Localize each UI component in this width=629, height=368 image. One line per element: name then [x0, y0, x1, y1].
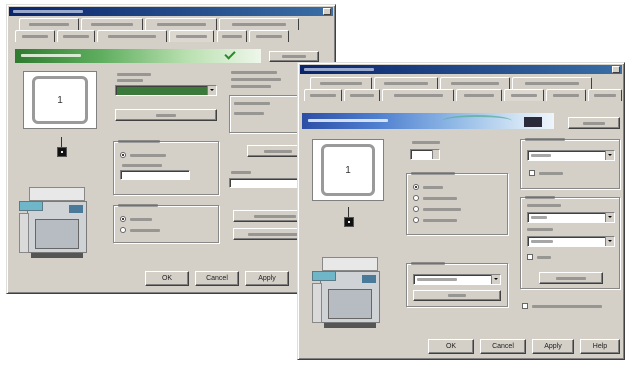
apply-button[interactable]: Apply [245, 271, 289, 286]
apply-button[interactable]: Apply [532, 339, 574, 354]
dropdown[interactable] [527, 236, 615, 247]
page-preview-frame: 1 [23, 71, 97, 129]
settings-button[interactable] [115, 109, 217, 121]
radio-button[interactable] [120, 216, 126, 222]
settings-banner [15, 48, 261, 63]
label [231, 171, 251, 174]
check-mark-icon [224, 48, 236, 60]
tab[interactable] [546, 89, 586, 101]
printer-image [312, 257, 392, 329]
page-preview-icon: 1 [32, 76, 88, 124]
copies-spinner[interactable] [410, 149, 440, 160]
tab[interactable] [588, 89, 622, 101]
printer-image [19, 187, 99, 259]
tab[interactable] [344, 89, 380, 101]
tab[interactable] [374, 77, 438, 89]
tab[interactable] [304, 89, 342, 101]
checkbox[interactable] [522, 303, 528, 309]
page-preview-number: 1 [57, 94, 63, 106]
tab[interactable] [57, 30, 95, 42]
page-preview-frame: 1 [312, 139, 384, 201]
radio-button[interactable] [120, 152, 126, 158]
tab[interactable] [504, 89, 544, 101]
window-title [13, 10, 83, 13]
update-button[interactable] [269, 51, 319, 62]
tab[interactable] [310, 77, 372, 89]
radio-button[interactable] [120, 227, 126, 233]
swirl-graphic [442, 115, 512, 127]
radio-button[interactable] [413, 195, 419, 201]
tab[interactable] [97, 30, 167, 42]
tab[interactable] [512, 77, 592, 89]
checkbox[interactable] [527, 254, 533, 260]
tab[interactable] [169, 30, 214, 42]
dropdown[interactable] [527, 212, 615, 223]
radio-button[interactable] [413, 184, 419, 190]
window-title [304, 68, 374, 71]
page-preview-icon: 1 [321, 144, 375, 196]
title-bar[interactable] [9, 7, 333, 16]
tab[interactable] [456, 89, 502, 101]
group-box [113, 140, 219, 195]
tab[interactable] [81, 18, 143, 30]
label [532, 305, 602, 308]
text-field[interactable] [120, 170, 190, 180]
tab[interactable] [219, 18, 299, 30]
staple-icon [57, 137, 67, 157]
tab[interactable] [382, 89, 454, 101]
settings-button[interactable] [539, 272, 603, 284]
page-preview-number: 1 [345, 164, 351, 176]
radio-button[interactable] [413, 217, 419, 223]
ok-button[interactable]: OK [428, 339, 474, 354]
settings-button[interactable] [413, 290, 501, 301]
label [231, 78, 281, 81]
banner-graphic [524, 117, 542, 127]
tab[interactable] [15, 30, 55, 42]
help-button[interactable]: Help [580, 339, 620, 354]
close-icon[interactable] [612, 66, 620, 73]
group-box [406, 172, 508, 235]
label [231, 71, 277, 74]
label [412, 141, 440, 144]
tab[interactable] [440, 77, 510, 89]
dropdown[interactable] [527, 150, 615, 161]
close-icon[interactable] [323, 8, 331, 15]
tab[interactable] [217, 30, 247, 42]
group-box [520, 196, 620, 289]
label [117, 73, 151, 76]
ok-button[interactable]: OK [145, 271, 189, 286]
group-box [520, 138, 620, 189]
staple-icon [344, 207, 354, 227]
dropdown[interactable] [413, 274, 501, 285]
checkbox[interactable] [529, 170, 535, 176]
tab[interactable] [249, 30, 289, 42]
paper-size-dropdown[interactable] [115, 85, 217, 96]
cancel-button[interactable]: Cancel [195, 271, 239, 286]
update-button[interactable] [568, 117, 620, 129]
title-bar[interactable] [300, 65, 622, 74]
tab[interactable] [19, 18, 79, 30]
group-box [113, 204, 219, 243]
label [231, 85, 271, 88]
group-box [406, 262, 508, 307]
printer-properties-window-back: 1 OK Cancel Apply [6, 4, 336, 294]
label [117, 79, 143, 82]
settings-banner [302, 113, 554, 129]
radio-button[interactable] [413, 206, 419, 212]
tab[interactable] [145, 18, 217, 30]
printer-properties-window-front: 1 OK Cancel Apply Help [297, 62, 625, 360]
cancel-button[interactable]: Cancel [480, 339, 526, 354]
